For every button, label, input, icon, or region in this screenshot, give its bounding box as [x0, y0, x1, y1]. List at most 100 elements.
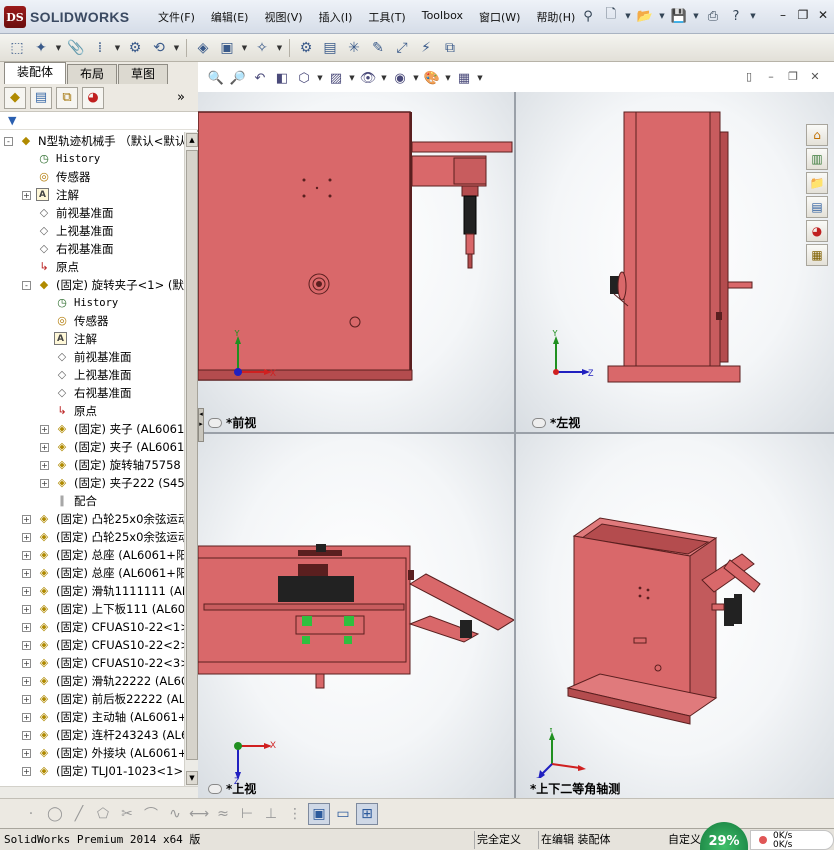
- menu-view[interactable]: 视图(V): [256, 9, 310, 25]
- collapse-toggle-icon[interactable]: -: [22, 281, 31, 290]
- tree-item[interactable]: + ◈ (固定) 凸轮25x0余弦运动: [0, 528, 184, 546]
- viewport-minimize-icon[interactable]: –: [764, 70, 778, 84]
- expand-toggle-icon[interactable]: +: [22, 533, 31, 542]
- expand-toggle-icon[interactable]: +: [22, 731, 31, 740]
- spline-icon[interactable]: ∿: [164, 803, 186, 825]
- hide-show-items-icon[interactable]: 👁: [358, 68, 378, 88]
- tree-item[interactable]: + ◈ (固定) 外接块 (AL6061+阳: [0, 744, 184, 762]
- tree-item[interactable]: ◇ 上视基准面: [0, 222, 184, 240]
- dimension-icon[interactable]: ⊢: [236, 803, 258, 825]
- tree-item[interactable]: ◇ 上视基准面: [0, 366, 184, 384]
- tree-item[interactable]: + ◈ (固定) 前后板22222 (AL60: [0, 690, 184, 708]
- menu-help[interactable]: 帮助(H): [528, 9, 583, 25]
- new-part-icon[interactable]: ✦: [30, 37, 52, 59]
- exploded-view-icon[interactable]: ✳: [343, 37, 365, 59]
- file-explorer-icon[interactable]: 📁: [806, 172, 828, 194]
- move-component-icon[interactable]: ⟲: [148, 37, 170, 59]
- relation-icon[interactable]: ⊥: [260, 803, 282, 825]
- viewport-restore-icon[interactable]: ❐: [786, 70, 800, 84]
- tree-item[interactable]: + ◈ (固定) 夹子 (AL6061+阳: [0, 420, 184, 438]
- edit-appearance-icon[interactable]: ◉: [390, 68, 410, 88]
- save-icon[interactable]: 💾: [669, 6, 689, 26]
- help-dropdown-arrow[interactable]: ▼: [749, 6, 757, 26]
- viewport-label-top[interactable]: *上视: [208, 780, 256, 797]
- tree-item[interactable]: ∥ 配合: [0, 492, 184, 510]
- restore-icon[interactable]: ❐: [796, 8, 810, 22]
- offset-icon[interactable]: ≈: [212, 803, 234, 825]
- viewport-left[interactable]: Y Z *左视: [516, 92, 834, 432]
- tab-layout[interactable]: 布局: [67, 64, 118, 84]
- tree-horizontal-scrollbar[interactable]: [0, 786, 198, 798]
- move-dropdown-arrow[interactable]: ▼: [172, 37, 181, 59]
- explode-line-sketch-icon[interactable]: ✎: [367, 37, 389, 59]
- tree-item[interactable]: ◷ History: [0, 294, 184, 312]
- filter-icon[interactable]: ▼: [8, 114, 16, 127]
- menu-toolbox[interactable]: Toolbox: [414, 9, 471, 25]
- display-manager-icon[interactable]: ◕: [82, 86, 104, 109]
- tab-sketch[interactable]: 草图: [118, 64, 169, 84]
- tree-item[interactable]: + ◈ (固定) 凸轮25x0余弦运动: [0, 510, 184, 528]
- insert-components-icon[interactable]: ⬚: [6, 37, 28, 59]
- assembly-features-icon[interactable]: ▣: [216, 37, 238, 59]
- point-icon[interactable]: ·: [20, 803, 42, 825]
- expand-toggle-icon[interactable]: +: [22, 767, 31, 776]
- tree-item[interactable]: + ◈ (固定) CFUAS10-22<3> (默: [0, 654, 184, 672]
- polygon-icon[interactable]: ⬠: [92, 803, 114, 825]
- expand-toggle-icon[interactable]: +: [22, 749, 31, 758]
- expand-panel-icon[interactable]: »: [170, 87, 192, 109]
- view-settings-icon[interactable]: ▦: [454, 68, 474, 88]
- close-icon[interactable]: ✕: [816, 8, 830, 22]
- scroll-up-arrow[interactable]: ▲: [186, 133, 198, 147]
- instant3d-icon[interactable]: ⤢: [391, 37, 413, 59]
- display-style-icon[interactable]: ▨: [326, 68, 346, 88]
- tree-item[interactable]: + ◈ (固定) 上下板111 (AL6061: [0, 600, 184, 618]
- minimize-icon[interactable]: –: [776, 8, 790, 22]
- solidworks-logo[interactable]: DS SOLIDWORKS: [4, 4, 129, 30]
- appearances-scenes-icon[interactable]: ◕: [806, 220, 828, 242]
- single-view-icon[interactable]: ▭: [332, 803, 354, 825]
- save-dropdown-arrow[interactable]: ▼: [692, 6, 700, 26]
- update-speedpak-icon[interactable]: ⚡: [415, 37, 437, 59]
- apply-scene-icon[interactable]: 🎨: [422, 68, 442, 88]
- expand-toggle-icon[interactable]: +: [22, 605, 31, 614]
- tree-item[interactable]: ◇ 前视基准面: [0, 348, 184, 366]
- tree-item[interactable]: + A 注解: [0, 186, 184, 204]
- expand-toggle-icon[interactable]: +: [22, 641, 31, 650]
- tree-item[interactable]: ◇ 前视基准面: [0, 204, 184, 222]
- features-dropdown-arrow[interactable]: ▼: [240, 37, 249, 59]
- scroll-down-arrow[interactable]: ▼: [186, 771, 198, 785]
- appearance-dropdown-arrow[interactable]: ▼: [412, 68, 420, 88]
- open-dropdown-arrow[interactable]: ▼: [658, 6, 666, 26]
- mirror-icon[interactable]: ⟷: [188, 803, 210, 825]
- tree-item[interactable]: ◇ 右视基准面: [0, 384, 184, 402]
- hide-show-dropdown-arrow[interactable]: ▼: [380, 68, 388, 88]
- menu-tools[interactable]: 工具(T): [360, 9, 413, 25]
- expand-toggle-icon[interactable]: +: [22, 587, 31, 596]
- line-icon[interactable]: ╱: [68, 803, 90, 825]
- shaded-view-icon[interactable]: ▣: [308, 802, 330, 825]
- zoom-to-fit-icon[interactable]: 🔍: [206, 68, 226, 88]
- trim-icon[interactable]: ✂: [116, 803, 138, 825]
- reference-dropdown-arrow[interactable]: ▼: [275, 37, 284, 59]
- menu-edit[interactable]: 编辑(E): [203, 9, 257, 25]
- viewport-front[interactable]: Y X *前视: [198, 92, 514, 432]
- display-dropdown-arrow[interactable]: ▼: [348, 68, 356, 88]
- tree-item[interactable]: + ◈ (固定) CFUAS10-22<2> (默: [0, 636, 184, 654]
- tree-item[interactable]: + ◈ (固定) 总座 (AL6061+阳极: [0, 546, 184, 564]
- tree-item[interactable]: + ◈ (固定) 夹子 (AL6061+阳: [0, 438, 184, 456]
- viewport-splitter-vertical[interactable]: [514, 92, 516, 798]
- grid-icon[interactable]: ⋮: [284, 803, 306, 825]
- previous-view-icon[interactable]: ↶: [250, 68, 270, 88]
- new-motion-study-icon[interactable]: ⚙: [295, 37, 317, 59]
- scroll-thumb[interactable]: [186, 150, 198, 760]
- expand-toggle-icon[interactable]: +: [22, 695, 31, 704]
- tree-item[interactable]: + ◈ (固定) CFUAS10-22<1> (默: [0, 618, 184, 636]
- tree-vertical-scrollbar[interactable]: ▲ ▼: [184, 132, 198, 786]
- design-library-icon[interactable]: ▥: [806, 148, 828, 170]
- bill-of-materials-icon[interactable]: ▤: [319, 37, 341, 59]
- collapse-toggle-icon[interactable]: -: [4, 137, 13, 146]
- scene-dropdown-arrow[interactable]: ▼: [444, 68, 452, 88]
- tree-item[interactable]: - ◆ (固定) 旋转夹子<1> (默认: [0, 276, 184, 294]
- tree-item[interactable]: ↳ 原点: [0, 402, 184, 420]
- viewport-label-front[interactable]: *前视: [208, 414, 256, 431]
